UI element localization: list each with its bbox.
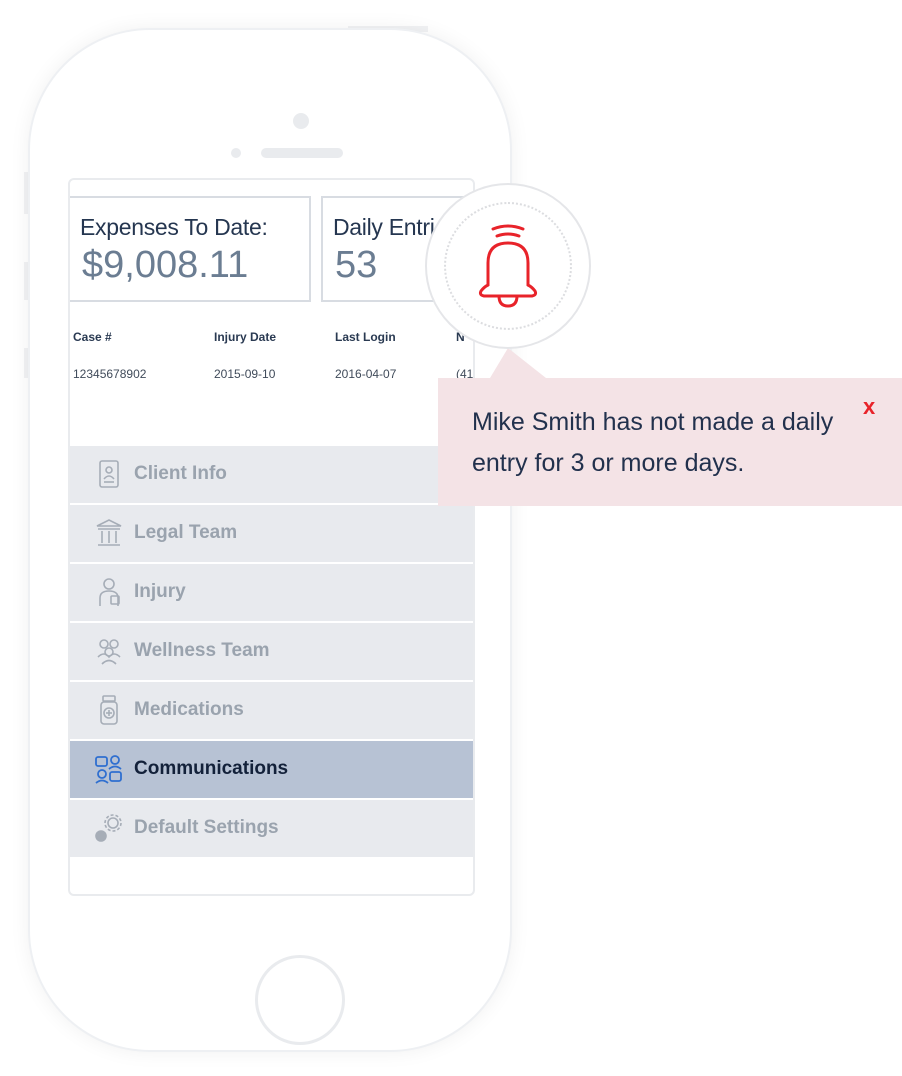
- bell-icon: [478, 224, 538, 308]
- menu-label-communications: Communications: [134, 758, 289, 779]
- menu-item-default-settings[interactable]: Default Settings: [70, 798, 473, 857]
- menu-label-legal-team: Legal Team: [134, 522, 238, 543]
- phone-speaker: [261, 148, 343, 158]
- phone-sensor: [231, 148, 241, 158]
- client-info-icon: [99, 460, 119, 488]
- expenses-card: Expenses To Date: $9,008.11: [70, 196, 311, 302]
- menu-item-wellness-team[interactable]: Wellness Team: [70, 621, 473, 680]
- table-cell-injury-date: 2015-09-10: [214, 367, 276, 381]
- medications-icon: [100, 695, 118, 725]
- wellness-team-icon: [97, 639, 121, 665]
- menu-item-communications[interactable]: Communications: [70, 739, 473, 798]
- table-header-injury-date: Injury Date: [214, 330, 277, 344]
- menu-label-medications: Medications: [134, 699, 244, 720]
- menu-label-wellness-team: Wellness Team: [134, 640, 270, 661]
- notification-popup-tail: [490, 348, 546, 378]
- menu-item-client-info[interactable]: Client Info: [70, 444, 473, 503]
- menu-item-medications[interactable]: Medications: [70, 680, 473, 739]
- expenses-label: Expenses To Date:: [80, 214, 268, 240]
- table-header-last-login: Last Login: [335, 330, 396, 344]
- communications-icon: [95, 755, 122, 784]
- notification-bell-badge[interactable]: [425, 183, 591, 349]
- close-icon[interactable]: x: [863, 394, 875, 420]
- phone-camera: [293, 113, 309, 129]
- menu-item-legal-team[interactable]: Legal Team: [70, 503, 473, 562]
- app-screen: Expenses To Date: $9,008.11 Daily Entri …: [68, 178, 475, 896]
- table-cell-case: 12345678902: [73, 367, 147, 381]
- menu-label-default-settings: Default Settings: [134, 817, 279, 838]
- notification-popup: Mike Smith has not made a daily entry fo…: [438, 378, 902, 506]
- home-button[interactable]: [255, 955, 345, 1045]
- daily-entries-label: Daily Entri: [333, 214, 435, 240]
- menu-label-injury: Injury: [134, 581, 186, 602]
- table-header-case: Case #: [73, 330, 112, 344]
- table-cell-last-login: 2016-04-07: [335, 367, 397, 381]
- menu-item-injury[interactable]: Injury: [70, 562, 473, 621]
- case-table: Case # Injury Date Last Login N 12345678…: [70, 320, 473, 422]
- settings-gears-icon: [95, 814, 122, 842]
- notification-message: Mike Smith has not made a daily entry fo…: [472, 408, 834, 477]
- daily-entries-value: 53: [335, 244, 378, 286]
- menu-label-client-info: Client Info: [134, 463, 227, 484]
- app-menu: Client Info Legal Team Injury Wellness T…: [70, 444, 473, 857]
- injury-icon: [99, 578, 120, 606]
- expenses-value: $9,008.11: [82, 244, 249, 286]
- legal-team-icon: [96, 519, 122, 546]
